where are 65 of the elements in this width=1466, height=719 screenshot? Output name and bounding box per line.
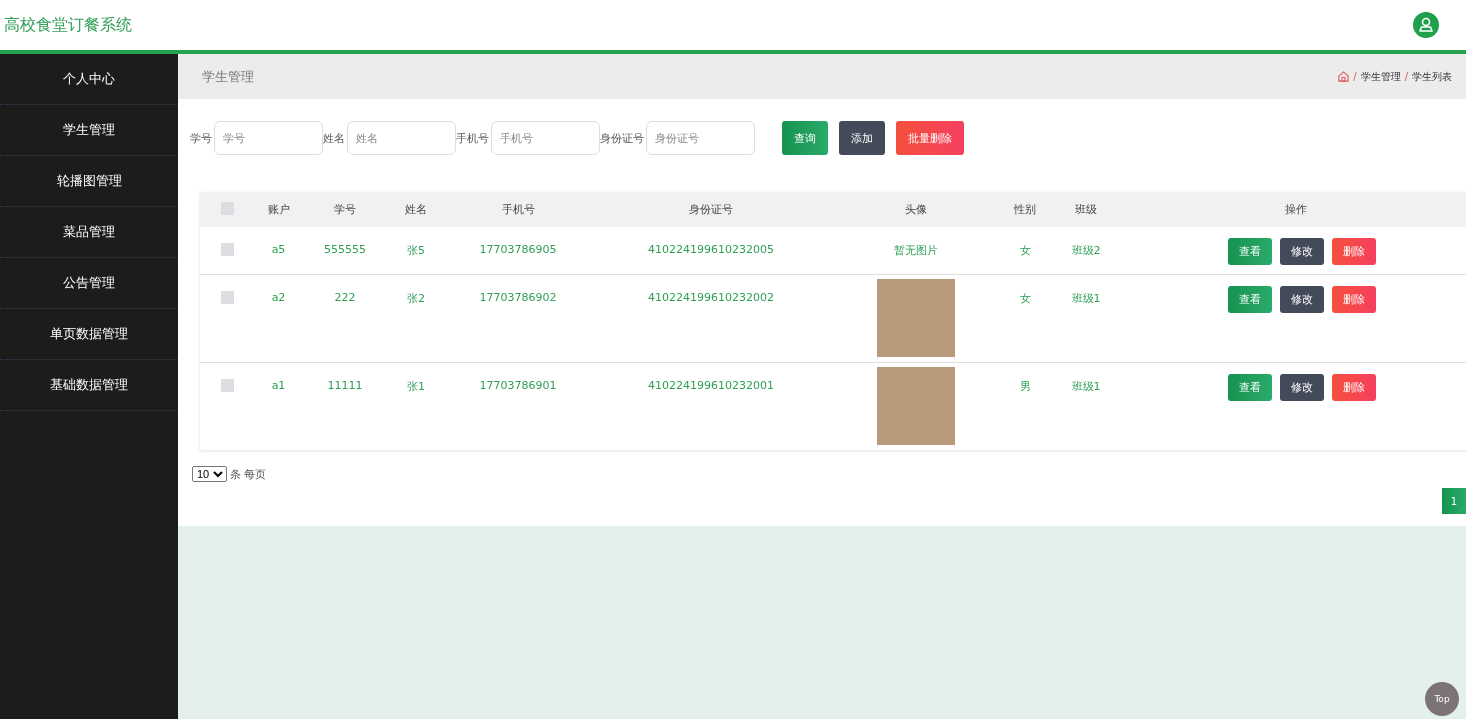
breadcrumb-link[interactable]: 学生列表 <box>1412 69 1452 84</box>
table-cell: a1 <box>271 379 286 392</box>
row-action-button[interactable]: 修改 <box>1280 374 1324 401</box>
app-title: 高校食堂订餐系统 <box>4 14 132 36</box>
table-cell: 班级1 <box>1071 380 1101 393</box>
table-cell: 男 <box>1019 380 1031 393</box>
row-action-button[interactable]: 查看 <box>1228 374 1272 401</box>
table-cell: a5 <box>271 243 286 256</box>
action-button[interactable]: 批量删除 <box>896 121 964 155</box>
column-header: 学号 <box>334 203 356 216</box>
table-cell: 17703786902 <box>479 291 557 304</box>
search-field[interactable]: 姓名 <box>347 121 456 155</box>
back-to-top-button[interactable]: Top <box>1425 682 1459 716</box>
column-header: 操作 <box>1285 203 1307 216</box>
column-header: 性别 <box>1014 203 1036 216</box>
row-action-button[interactable]: 删除 <box>1332 374 1376 401</box>
row-action-button[interactable]: 删除 <box>1332 286 1376 313</box>
page-size-label: 条 每页 <box>230 466 267 482</box>
table-cell: 410224199610232001 <box>648 379 774 392</box>
action-button[interactable]: 添加 <box>839 121 885 155</box>
search-field[interactable]: 学号 <box>214 121 323 155</box>
table-cell: 女 <box>1019 292 1031 305</box>
table-cell: 11111 <box>327 379 363 392</box>
column-header: 头像 <box>905 203 927 216</box>
table-cell: 17703786905 <box>479 243 557 256</box>
row-action-button[interactable]: 删除 <box>1332 238 1376 265</box>
table-cell: 222 <box>334 291 356 304</box>
search-field[interactable]: 身份证号 <box>646 121 755 155</box>
table-cell: 班级1 <box>1071 292 1101 305</box>
column-header: 身份证号 <box>689 203 733 216</box>
table-cell: 410224199610232005 <box>648 243 774 256</box>
search-field[interactable]: 手机号 <box>491 121 600 155</box>
checkbox[interactable] <box>221 291 234 304</box>
field-label: 手机号 <box>456 130 489 146</box>
table-cell: 女 <box>1019 244 1031 257</box>
table-cell: 暂无图片 <box>894 244 938 257</box>
table-cell: a2 <box>271 291 286 304</box>
table-cell: 班级2 <box>1071 244 1101 257</box>
action-button[interactable]: 查询 <box>782 121 828 155</box>
row-action-button[interactable]: 查看 <box>1228 286 1272 313</box>
table-cell: 张5 <box>407 244 425 257</box>
breadcrumb-separator: / <box>1353 71 1357 82</box>
table-cell: 张1 <box>407 380 425 393</box>
user-icon[interactable] <box>1413 12 1439 38</box>
checkbox[interactable] <box>221 379 234 392</box>
column-header: 班级 <box>1075 203 1097 216</box>
table-cell: 张2 <box>407 292 425 305</box>
breadcrumb-separator: / <box>1404 71 1408 82</box>
column-header: 手机号 <box>501 203 535 216</box>
field-label: 姓名 <box>323 130 345 146</box>
row-action-button[interactable]: 修改 <box>1280 238 1324 265</box>
row-action-button[interactable]: 查看 <box>1228 238 1272 265</box>
page-size-select[interactable]: 10 <box>192 466 227 482</box>
field-label: 学号 <box>190 130 212 146</box>
column-header: 姓名 <box>405 203 427 216</box>
row-action-button[interactable]: 修改 <box>1280 286 1324 313</box>
page-title: 学生管理 <box>202 67 254 86</box>
breadcrumb-link[interactable]: 学生管理 <box>1360 69 1401 84</box>
checkbox[interactable] <box>221 243 234 256</box>
table-cell: 410224199610232002 <box>648 291 774 304</box>
column-header: 账户 <box>267 203 290 216</box>
home-icon[interactable] <box>1338 71 1350 82</box>
table-cell: 17703786901 <box>479 379 557 392</box>
table-cell: 555555 <box>324 243 366 256</box>
field-label: 身份证号 <box>600 130 644 146</box>
